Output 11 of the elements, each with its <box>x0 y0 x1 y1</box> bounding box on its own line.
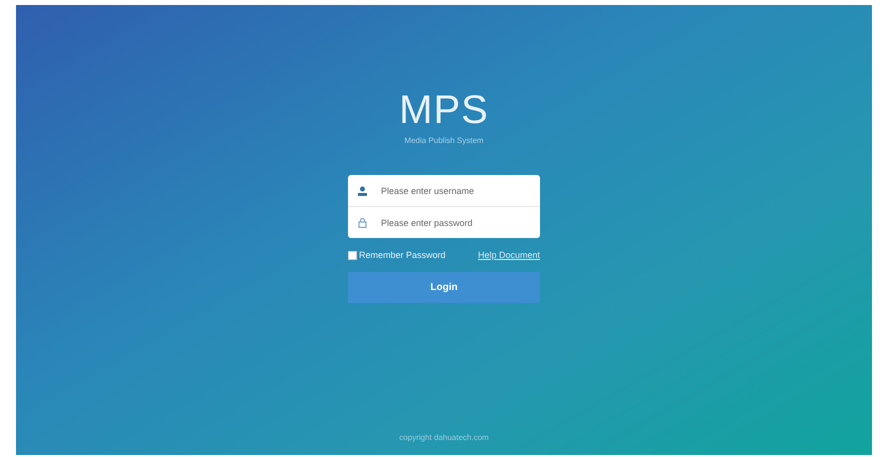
lock-icon <box>358 218 367 228</box>
remember-label: Remember Password <box>359 250 446 260</box>
copyright-text: copyright dahuatech.com <box>399 433 489 442</box>
app-title: MPS <box>399 87 489 133</box>
remember-checkbox[interactable] <box>348 250 357 260</box>
username-field[interactable]: Please enter username <box>380 186 530 196</box>
login-button[interactable]: Login <box>348 272 540 303</box>
help-link[interactable]: Help Document <box>478 250 540 260</box>
user-icon <box>358 186 367 196</box>
app-subtitle: Media Publish System <box>404 136 484 145</box>
password-field[interactable]: Please enter password <box>380 218 530 228</box>
